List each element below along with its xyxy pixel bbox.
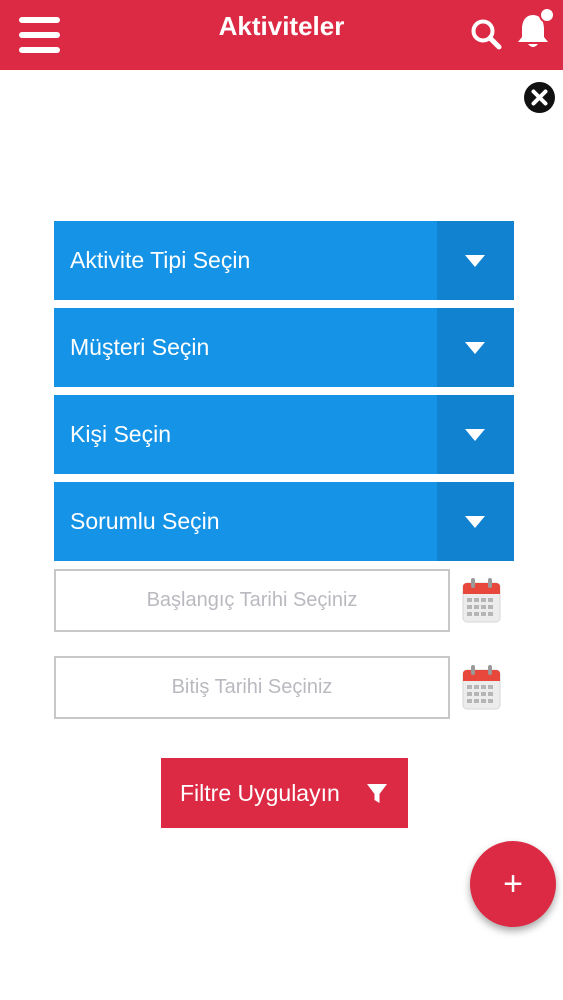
person-select-label: Kişi Seçin <box>70 421 171 447</box>
customer-select-label: Müşteri Seçin <box>70 334 210 360</box>
plus-icon: + <box>503 865 523 903</box>
caret-down-icon <box>465 429 485 441</box>
dropdown-toggle[interactable] <box>437 221 514 300</box>
apply-filter-button[interactable]: Filtre Uygulayın <box>161 758 408 828</box>
caret-down-icon <box>465 342 485 354</box>
dropdown-toggle[interactable] <box>437 395 514 474</box>
responsible-select[interactable]: Sorumlu Seçin <box>54 482 514 561</box>
customer-select[interactable]: Müşteri Seçin <box>54 308 514 387</box>
activity-type-select[interactable]: Aktivite Tipi Seçin <box>54 221 514 300</box>
close-icon[interactable] <box>523 81 556 114</box>
notification-badge <box>539 7 555 23</box>
search-icon[interactable] <box>470 18 502 50</box>
app-header: Aktiviteler <box>0 0 563 70</box>
person-select[interactable]: Kişi Seçin <box>54 395 514 474</box>
filter-icon <box>367 784 387 803</box>
caret-down-icon <box>465 516 485 528</box>
caret-down-icon <box>465 255 485 267</box>
start-date-input[interactable] <box>54 569 450 632</box>
calendar-icon[interactable] <box>462 664 501 710</box>
add-activity-button[interactable]: + <box>470 841 556 927</box>
calendar-icon[interactable] <box>462 577 501 623</box>
dropdown-toggle[interactable] <box>437 308 514 387</box>
end-date-input[interactable] <box>54 656 450 719</box>
responsible-select-label: Sorumlu Seçin <box>70 508 220 534</box>
apply-filter-label: Filtre Uygulayın <box>180 780 340 806</box>
activity-type-select-label: Aktivite Tipi Seçin <box>70 247 251 273</box>
dropdown-toggle[interactable] <box>437 482 514 561</box>
